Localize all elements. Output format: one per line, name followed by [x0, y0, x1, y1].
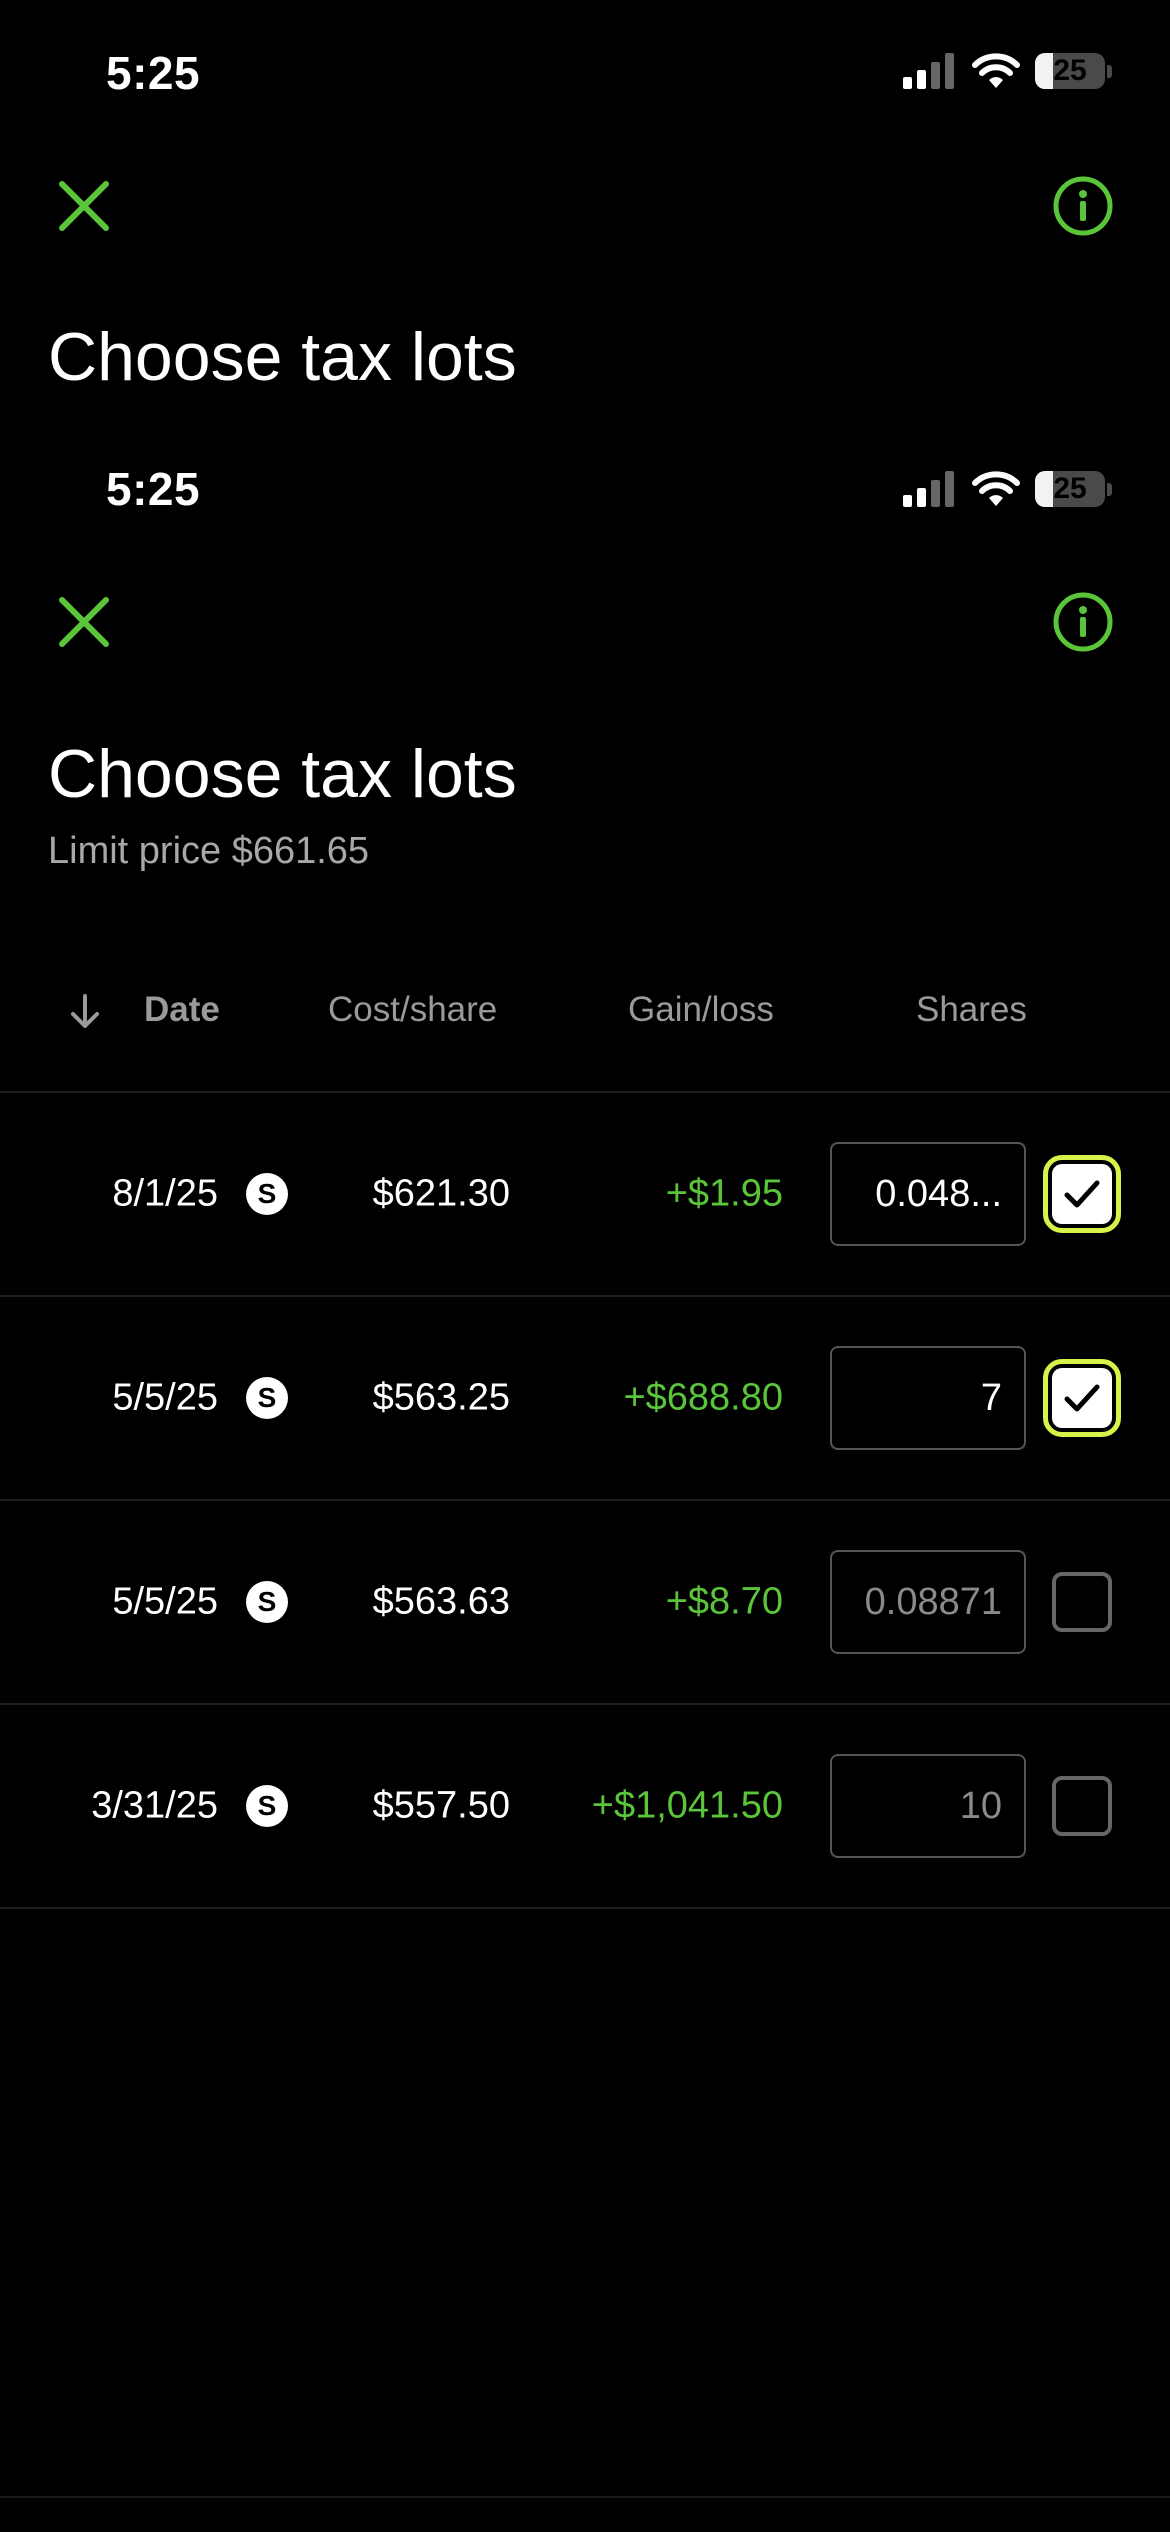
gain-loss: +$1.95: [665, 1172, 783, 1215]
info-icon: [1053, 176, 1113, 236]
column-date[interactable]: Date: [144, 990, 220, 1030]
status-icons: 25: [903, 52, 1112, 90]
table-header: Date Cost/share Gain/loss Shares: [0, 980, 1170, 1040]
battery-icon: 25: [1035, 471, 1105, 507]
cost-per-share: $557.50: [372, 1784, 510, 1827]
cost-per-share: $563.25: [372, 1376, 510, 1419]
lot-checkbox[interactable]: [1043, 1155, 1121, 1233]
bottom-divider: [0, 2496, 1170, 2498]
shares-input[interactable]: 7: [830, 1346, 1026, 1450]
signal-icon: [903, 53, 954, 89]
short-term-badge: S: [246, 1785, 288, 1827]
shares-input[interactable]: 0.08871: [830, 1550, 1026, 1654]
lot-checkbox[interactable]: [1052, 1776, 1112, 1836]
checkmark-icon: [1064, 1180, 1100, 1208]
close-button-duplicate[interactable]: [56, 594, 112, 650]
lot-date: 8/1/25: [112, 1172, 218, 1215]
battery-level: 25: [1053, 472, 1087, 505]
signal-icon: [903, 471, 954, 507]
close-icon: [59, 597, 109, 647]
short-term-badge: S: [246, 1377, 288, 1419]
gain-loss: +$688.80: [623, 1376, 783, 1419]
checkmark-icon: [1064, 1384, 1100, 1412]
wifi-icon: [972, 471, 1020, 506]
shares-input[interactable]: 0.048...: [830, 1142, 1026, 1246]
close-button[interactable]: [56, 178, 112, 234]
close-icon: [59, 181, 109, 231]
page-title-duplicate: Choose tax lots: [48, 736, 517, 812]
lot-checkbox[interactable]: [1043, 1359, 1121, 1437]
table-row[interactable]: 5/5/25 S $563.63 +$8.70 0.08871: [0, 1501, 1170, 1703]
column-cost[interactable]: Cost/share: [328, 990, 497, 1030]
sort-button[interactable]: [68, 992, 102, 1032]
info-button-duplicate[interactable]: [1052, 591, 1114, 653]
status-icons-duplicate: 25: [903, 470, 1112, 508]
table-row[interactable]: 8/1/25 S $621.30 +$1.95 0.048...: [0, 1093, 1170, 1295]
page-title: Choose tax lots: [48, 319, 517, 395]
short-term-badge: S: [246, 1581, 288, 1623]
cost-per-share: $621.30: [372, 1172, 510, 1215]
divider: [0, 1907, 1170, 1909]
arrow-down-icon: [71, 994, 99, 1028]
table-row[interactable]: 3/31/25 S $557.50 +$1,041.50 10: [0, 1705, 1170, 1907]
battery-level: 25: [1053, 54, 1087, 87]
short-term-badge: S: [246, 1173, 288, 1215]
column-shares[interactable]: Shares: [916, 990, 1027, 1030]
gain-loss: +$8.70: [665, 1580, 783, 1623]
lot-checkbox[interactable]: [1052, 1572, 1112, 1632]
info-button[interactable]: [1052, 175, 1114, 237]
status-time: 5:25: [106, 47, 201, 99]
table-row[interactable]: 5/5/25 S $563.25 +$688.80 7: [0, 1297, 1170, 1499]
limit-price: Limit price $661.65: [48, 830, 370, 872]
lot-date: 5/5/25: [112, 1580, 218, 1623]
status-time-duplicate: 5:25: [106, 463, 201, 515]
battery-icon: 25: [1035, 53, 1105, 89]
lot-date: 5/5/25: [112, 1376, 218, 1419]
gain-loss: +$1,041.50: [591, 1784, 783, 1827]
shares-input[interactable]: 10: [830, 1754, 1026, 1858]
wifi-icon: [972, 53, 1020, 88]
info-icon: [1053, 592, 1113, 652]
column-gain[interactable]: Gain/loss: [628, 990, 774, 1030]
cost-per-share: $563.63: [372, 1580, 510, 1623]
lot-date: 3/31/25: [91, 1784, 218, 1827]
